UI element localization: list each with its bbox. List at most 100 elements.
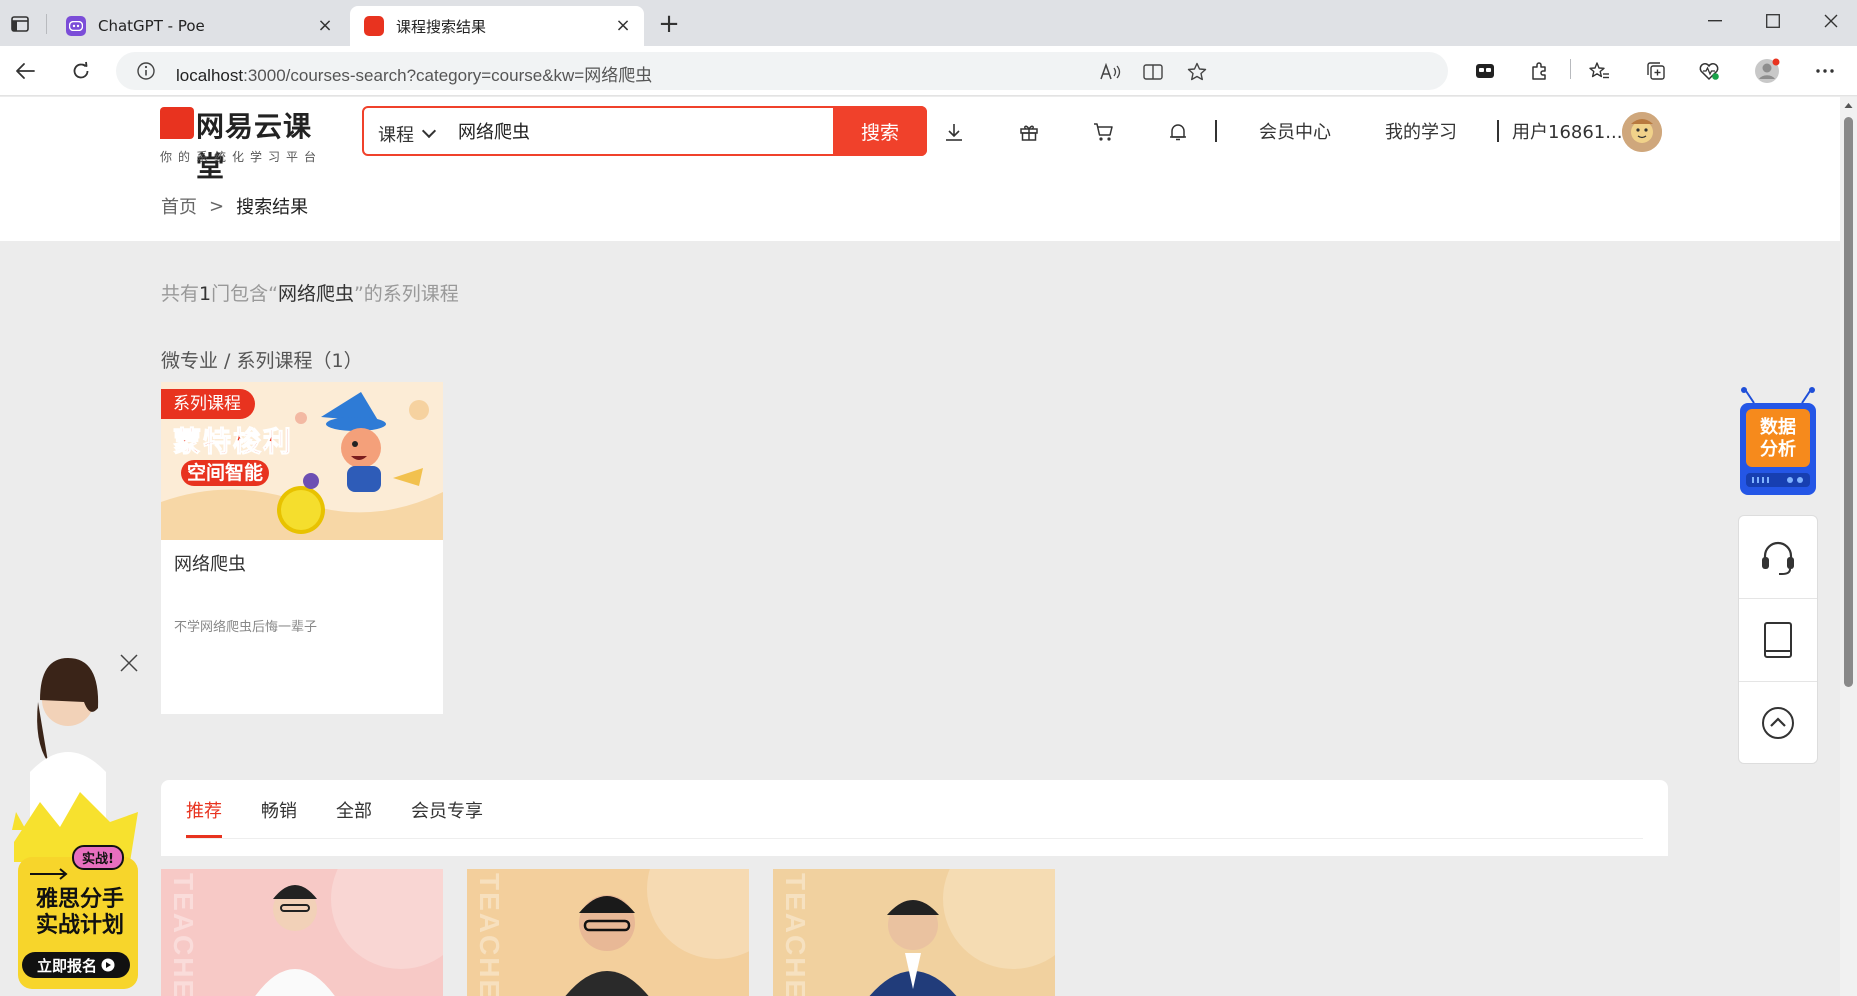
maximize-window-icon[interactable] bbox=[1758, 8, 1788, 34]
favorite-star-icon[interactable] bbox=[1186, 61, 1208, 83]
result-count: 1 bbox=[199, 283, 212, 305]
ad-title-line1: 雅思分手 bbox=[35, 887, 124, 912]
ad-cta-label: 立即报名 bbox=[36, 956, 97, 975]
floating-ad-banner[interactable]: 实战! 雅思分手 实战计划 立即报名 bbox=[10, 652, 150, 992]
favorites-icon[interactable] bbox=[1586, 58, 1612, 84]
data-analysis-widget[interactable]: 数据 分析 bbox=[1738, 387, 1818, 497]
cart-icon[interactable] bbox=[1091, 119, 1117, 145]
breadcrumb-current: 搜索结果 bbox=[236, 197, 309, 218]
search-input[interactable] bbox=[458, 118, 788, 144]
tab-separator bbox=[46, 14, 47, 34]
close-ad-icon[interactable] bbox=[118, 652, 140, 674]
site-header: 网易云课堂 你的系统化学习平台 课程 搜索 会员中心 我的学习 用户16861.… bbox=[0, 97, 1840, 241]
tab-member-exclusive[interactable]: 会员专享 bbox=[411, 797, 483, 823]
search-category-label: 课程 bbox=[378, 125, 414, 146]
tab-bestselling[interactable]: 畅销 bbox=[261, 797, 297, 823]
ad-title: 雅思分手 实战计划 bbox=[20, 887, 140, 939]
search-button[interactable]: 搜索 bbox=[833, 106, 927, 156]
reading-view-icon[interactable] bbox=[1142, 61, 1164, 83]
side-toolbar bbox=[1738, 515, 1818, 764]
url-text: localhost:3000/courses-search?category=c… bbox=[176, 61, 652, 86]
toolbar-separator bbox=[1570, 59, 1571, 79]
widget-label: 数据 分析 bbox=[1746, 417, 1810, 461]
ad-tag: 实战! bbox=[72, 845, 124, 870]
mobile-app-icon[interactable] bbox=[1739, 599, 1817, 681]
course-cover-image: 蒙特梭利 空间智能 系列课程 bbox=[161, 382, 443, 540]
teacher-course-card[interactable]: TEACHE bbox=[161, 869, 443, 996]
browser-tab-course-search[interactable]: 课程搜索结果 × bbox=[350, 6, 644, 46]
teacher-course-card[interactable]: TEACHE bbox=[773, 869, 1055, 996]
gift-icon[interactable] bbox=[1016, 119, 1042, 145]
section-title: 微专业 / 系列课程（1） bbox=[161, 350, 363, 372]
header-separator bbox=[1215, 120, 1217, 142]
back-to-top-icon[interactable] bbox=[1739, 682, 1817, 764]
summary-suffix: ”的系列课程 bbox=[353, 283, 459, 305]
search-keyword: 网络爬虫 bbox=[277, 283, 354, 305]
close-tab-icon[interactable]: × bbox=[614, 17, 632, 35]
new-tab-button[interactable]: + bbox=[656, 11, 682, 38]
summary-middle: 门包含“ bbox=[211, 283, 278, 305]
site-info-icon[interactable] bbox=[136, 61, 156, 81]
header-separator bbox=[1497, 120, 1499, 142]
tab-title: ChatGPT - Poe bbox=[98, 17, 205, 35]
download-icon[interactable] bbox=[941, 119, 967, 145]
active-tab-underline bbox=[186, 835, 222, 838]
profile-avatar-icon[interactable] bbox=[1754, 58, 1780, 84]
close-window-icon[interactable] bbox=[1816, 8, 1846, 34]
netease-cloud-class-icon bbox=[364, 16, 384, 36]
course-card[interactable]: 蒙特梭利 空间智能 系列课程 网络爬虫 不学网络爬虫后悔一辈子 bbox=[161, 382, 443, 714]
teacher-watermark: TEACHE bbox=[780, 873, 811, 996]
breadcrumb-separator: > bbox=[209, 195, 225, 217]
avatar[interactable] bbox=[1622, 112, 1662, 152]
tab-recommend[interactable]: 推荐 bbox=[186, 797, 222, 823]
search-box: 课程 搜索 bbox=[362, 106, 927, 156]
breadcrumb: 首页 > 搜索结果 bbox=[161, 193, 308, 219]
teacher-watermark: TEACHE bbox=[168, 873, 199, 996]
chevron-down-icon bbox=[421, 123, 437, 139]
browser-tab-bar: ChatGPT - Poe × 课程搜索结果 × + bbox=[0, 0, 1857, 46]
summary-prefix: 共有 bbox=[161, 283, 200, 305]
read-aloud-icon[interactable] bbox=[1100, 61, 1122, 83]
minimize-window-icon[interactable] bbox=[1700, 8, 1730, 34]
tab-all[interactable]: 全部 bbox=[336, 797, 372, 823]
browser-essentials-icon[interactable] bbox=[1696, 58, 1722, 84]
logo-mark-icon bbox=[160, 107, 194, 139]
teacher-watermark: TEACHE bbox=[474, 873, 505, 996]
url-path: :3000/courses-search?category=course&kw=… bbox=[243, 66, 653, 85]
logo-subtitle: 你的系统化学习平台 bbox=[160, 150, 323, 164]
widget-label-line1: 数据 bbox=[1760, 417, 1796, 438]
refresh-icon[interactable] bbox=[68, 58, 94, 84]
bell-icon[interactable] bbox=[1165, 119, 1191, 145]
page-content: 网易云课堂 你的系统化学习平台 课程 搜索 会员中心 我的学习 用户16861.… bbox=[0, 97, 1840, 996]
breadcrumb-home-link[interactable]: 首页 bbox=[161, 193, 197, 219]
recommend-tabs-panel: 推荐 畅销 全部 会员专享 bbox=[161, 780, 1668, 856]
cover-subtitle: 空间智能 bbox=[181, 460, 270, 486]
settings-more-icon[interactable] bbox=[1812, 58, 1838, 84]
extension-icon[interactable] bbox=[1472, 58, 1498, 84]
my-learning-link[interactable]: 我的学习 bbox=[1385, 118, 1457, 144]
back-icon[interactable] bbox=[12, 58, 38, 84]
scroll-up-arrow-icon[interactable] bbox=[1844, 101, 1853, 110]
teacher-course-card[interactable]: TEACHE bbox=[467, 869, 749, 996]
close-tab-icon[interactable]: × bbox=[316, 17, 334, 35]
poe-icon bbox=[66, 16, 86, 36]
page-scrollbar[interactable] bbox=[1840, 97, 1857, 996]
browser-toolbar: localhost:3000/courses-search?category=c… bbox=[0, 46, 1857, 96]
address-bar[interactable]: localhost:3000/courses-search?category=c… bbox=[116, 52, 1448, 90]
user-name[interactable]: 用户16861... bbox=[1512, 118, 1622, 144]
course-name[interactable]: 网络爬虫 bbox=[174, 550, 246, 576]
extensions-puzzle-icon[interactable] bbox=[1526, 58, 1552, 84]
site-logo[interactable]: 网易云课堂 你的系统化学习平台 bbox=[160, 105, 340, 183]
customer-service-headset-icon[interactable] bbox=[1739, 516, 1817, 598]
tab-actions-icon[interactable] bbox=[8, 12, 32, 36]
tab-title: 课程搜索结果 bbox=[396, 17, 487, 36]
result-summary: 共有1门包含“网络爬虫”的系列课程 bbox=[161, 279, 459, 306]
ad-signup-button[interactable]: 立即报名 bbox=[22, 952, 130, 978]
scroll-thumb[interactable] bbox=[1844, 117, 1853, 687]
collections-icon[interactable] bbox=[1643, 58, 1669, 84]
search-category-select[interactable]: 课程 bbox=[378, 121, 437, 147]
ad-title-line2: 实战计划 bbox=[35, 913, 124, 938]
browser-tab-chatgpt[interactable]: ChatGPT - Poe × bbox=[52, 6, 346, 46]
member-center-link[interactable]: 会员中心 bbox=[1259, 118, 1331, 144]
widget-label-line2: 分析 bbox=[1760, 439, 1796, 460]
